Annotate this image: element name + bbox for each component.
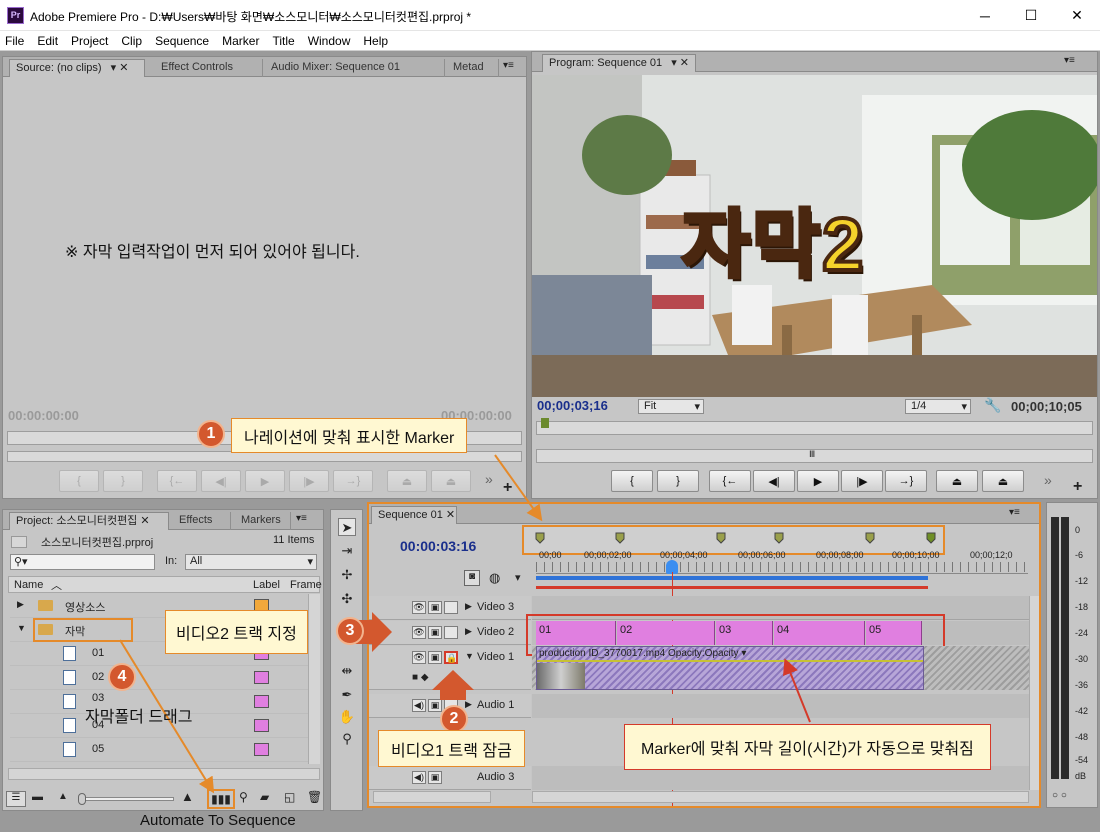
callout-marker: 나레이션에 맞춰 표시한 Marker [231,418,468,453]
folder-highlight-box [33,618,133,642]
step-badge-1: 1 [197,420,225,448]
step-badge-3: 3 [336,617,364,645]
callout-auto-fit: Marker에 맞춰 자막 길이(시간)가 자동으로 맞춰짐 [624,724,991,770]
callout-video2-target: 비디오2 트랙 지정 [165,610,308,654]
step-badge-2: 2 [440,705,468,733]
callout-drag-folder: 자막폴더 드래그 [85,709,193,726]
callout-lock-video1: 비디오1 트랙 잠금 [378,730,525,767]
step-badge-4: 4 [108,663,136,691]
